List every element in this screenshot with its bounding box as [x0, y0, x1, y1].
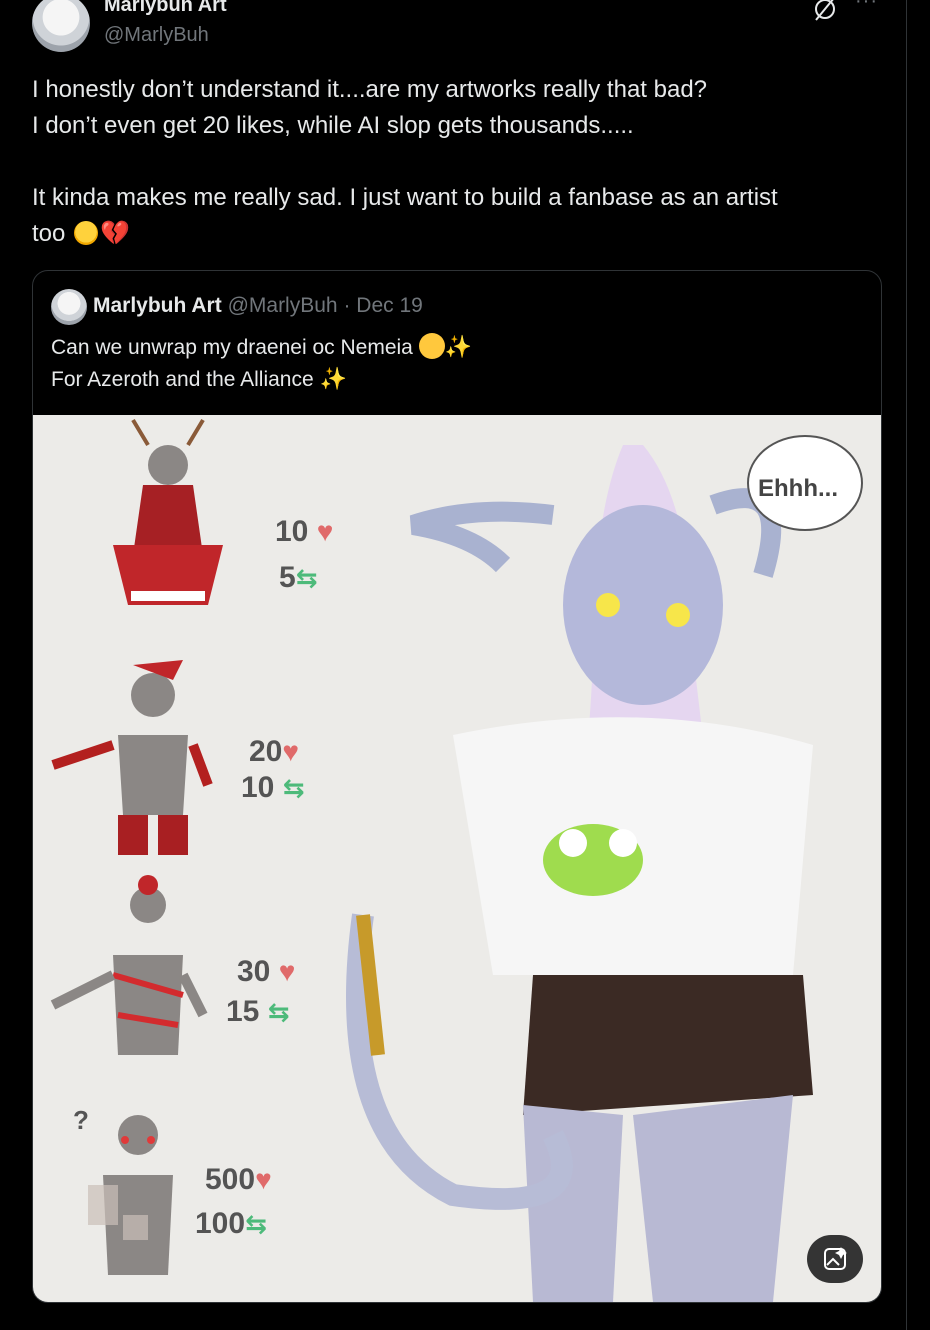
tweet-line: too: [32, 220, 66, 247]
tier-4-reposts: 100⇆: [195, 1207, 267, 1240]
repost-icon: ⇆: [282, 773, 305, 803]
repost-icon: ⇆: [245, 1209, 267, 1239]
tier-3-likes: 30 ♥: [237, 955, 296, 988]
broken-heart-icon: 💔: [100, 220, 130, 247]
tier-2-reposts: 10 ⇆: [241, 771, 305, 804]
author-avatar[interactable]: [32, 0, 90, 52]
repost-icon: ⇆: [295, 563, 318, 593]
quote-author-handle: @MarlyBuh: [227, 294, 338, 317]
tweet-line-last: too 💔: [32, 216, 882, 252]
tier-1-reposts: 5⇆: [279, 561, 318, 594]
quote-line: Can we unwrap my draenei oc Nemeia: [51, 336, 413, 359]
more-icon[interactable]: ···: [855, 0, 878, 13]
tier-2-likes: 20♥: [249, 735, 299, 768]
repost-icon: ⇆: [267, 997, 290, 1027]
artwork-image[interactable]: Ehhh... 10 ♥ 5⇆ 20♥ 10 ⇆ 30 ♥ 15 ⇆ ? 500…: [33, 415, 881, 1302]
tier-1-likes: 10 ♥: [275, 515, 334, 548]
heart-icon: ♥: [282, 736, 299, 767]
heart-icon: ♥: [255, 1164, 272, 1195]
smiling-face-icon: [418, 333, 445, 359]
tweet-line: I don’t even get 20 likes, while AI slop…: [32, 112, 634, 139]
outfit-figure-4: [88, 1115, 173, 1275]
tweet-text: I honestly don’t understand it....are my…: [32, 72, 882, 252]
quote-avatar: [51, 289, 87, 325]
heart-icon: ♥: [316, 516, 334, 547]
quote-line-1: Can we unwrap my draenei oc Nemeia ✨: [51, 331, 472, 363]
quote-date: Dec 19: [356, 294, 423, 317]
quote-line-2: For Azeroth and the Alliance ✨: [51, 363, 472, 395]
outfit-figure-3: [50, 875, 208, 1055]
image-sparkle-icon[interactable]: [807, 1235, 863, 1283]
quote-separator: ·: [343, 294, 351, 317]
column-border: [906, 0, 907, 1330]
outfit-figure-1: [113, 418, 223, 605]
sparkles-icon: ✨: [319, 366, 347, 391]
tweet-line: I honestly don’t understand it....are my…: [32, 76, 708, 103]
quote-line: For Azeroth and the Alliance: [51, 368, 314, 391]
question-mark: ?: [73, 1105, 89, 1135]
quote-text: Can we unwrap my draenei oc Nemeia ✨ For…: [51, 331, 472, 395]
author-name[interactable]: Marlybuh Art: [104, 0, 227, 17]
main-character: [346, 445, 813, 1302]
quote-header: Marlybuh Art @MarlyBuh · Dec 19: [93, 294, 423, 318]
quote-author-name: Marlybuh Art: [93, 294, 222, 317]
grok-icon[interactable]: [812, 0, 838, 22]
artwork-drawing: [50, 418, 813, 1302]
heart-icon: ♥: [278, 956, 296, 987]
quoted-tweet[interactable]: Marlybuh Art @MarlyBuh · Dec 19 Can we u…: [32, 270, 882, 1303]
tier-3-reposts: 15 ⇆: [226, 995, 290, 1028]
crying-face-icon: [74, 221, 99, 245]
tweet-line: It kinda makes me really sad. I just wan…: [32, 184, 778, 211]
tier-4-likes: 500♥: [205, 1163, 272, 1196]
sparkles-icon: ✨: [444, 334, 473, 359]
author-handle[interactable]: @MarlyBuh: [104, 24, 209, 47]
speech-bubble-text: Ehhh...: [758, 475, 838, 502]
outfit-figure-2: [51, 660, 213, 855]
